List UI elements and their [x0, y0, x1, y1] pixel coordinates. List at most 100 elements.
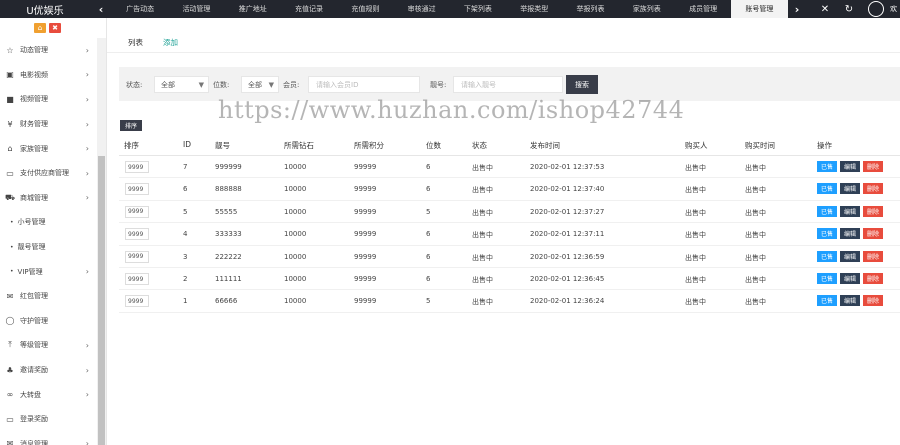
sort-button[interactable]: 排序 [120, 120, 142, 131]
account-input[interactable]: 请输入靓号 [453, 76, 563, 93]
sidebar-item-label: 登录奖励 [20, 415, 48, 424]
sidebar-item-16[interactable]: ✉ 消息管理 › [0, 432, 97, 445]
tab-2[interactable]: 推广地址 [225, 0, 281, 18]
sort-input[interactable]: 9999 [125, 228, 149, 241]
envelope-icon: ✉ [6, 291, 14, 301]
cell-time: 2020-02-01 12:36:24 [530, 297, 605, 306]
sidebar-item-1[interactable]: ▣ 电影视频 › [0, 63, 97, 88]
cell-digits: 6 [426, 275, 431, 283]
delete-button[interactable]: 删除 [863, 273, 883, 284]
tab-3[interactable]: 充值记录 [281, 0, 337, 18]
delete-button[interactable]: 删除 [863, 205, 883, 217]
edit-button[interactable]: 编辑 [840, 205, 860, 217]
delete-button[interactable]: 删除 [863, 161, 883, 172]
tab-7[interactable]: 举报类型 [506, 0, 562, 18]
sold-button[interactable]: 已售 [817, 183, 837, 195]
dot-icon: • [10, 243, 14, 251]
sidebar-item-11[interactable]: ◯ 守护管理 [0, 309, 97, 334]
sort-input[interactable]: 9999 [125, 161, 149, 173]
sidebar-item-9[interactable]: • VIP管理 › [0, 259, 97, 284]
sold-button[interactable]: 已售 [817, 250, 837, 262]
tab-1[interactable]: 活动管理 [168, 0, 224, 18]
top-tabs: 广告动态 活动管理 推广地址 充值记录 充值规则 审核通过 下架列表 举报类型 举报列表 家族列表… [112, 0, 788, 18]
digits-select[interactable]: 全部 ▼ [241, 76, 279, 93]
tab-4[interactable]: 充值规则 [337, 0, 393, 18]
tab-6[interactable]: 下架列表 [450, 0, 506, 18]
cell-number: 222222 [215, 252, 242, 261]
sidebar-item-0[interactable]: ☆ 动态管理 › [0, 38, 97, 63]
filter-bar: 状态: 全部 ▼ 位数: 全部 ▼ 会员: 请输入会员ID 靓号: 请输入靓号 … [119, 67, 900, 101]
sidebar-scrollbar[interactable] [97, 38, 106, 445]
sidebar-item-10[interactable]: ✉ 红包管理 [0, 284, 97, 309]
edit-button[interactable]: 编辑 [840, 250, 860, 262]
chevron-down-icon: ▼ [268, 80, 274, 89]
member-input[interactable]: 请输入会员ID [308, 76, 420, 93]
tab-8[interactable]: 举报列表 [562, 0, 618, 18]
home-icon[interactable]: ⌂ [34, 23, 46, 33]
cell-points: 99999 [354, 297, 377, 306]
sold-button[interactable]: 已售 [817, 228, 837, 240]
sidebar-item-8[interactable]: • 靓号管理 [0, 235, 97, 260]
edit-button[interactable]: 编辑 [840, 273, 860, 284]
content-tabs: 列表 添加 [107, 33, 900, 53]
delete-button[interactable]: 删除 [863, 295, 883, 307]
trash-icon[interactable]: ✖ [49, 23, 61, 33]
sidebar-item-5[interactable]: ▭ 支付供应商管理 › [0, 161, 97, 186]
sidebar-item-label: 邀请奖励 [20, 366, 48, 375]
sidebar-item-label: 视频管理 [20, 95, 48, 104]
edit-button[interactable]: 编辑 [840, 183, 860, 195]
sold-button[interactable]: 已售 [817, 295, 837, 307]
sidebar-item-13[interactable]: ♣ 邀请奖励 › [0, 358, 97, 383]
sidebar-item-14[interactable]: ∞ 大转盘 › [0, 382, 97, 407]
tab-9[interactable]: 家族列表 [619, 0, 675, 18]
th-points: 所需积分 [354, 141, 384, 150]
tabs-next-icon[interactable]: › [788, 0, 806, 18]
cell-digits: 6 [426, 252, 431, 261]
search-button[interactable]: 搜索 [566, 75, 598, 94]
refresh-icon[interactable]: ↻ [842, 0, 856, 18]
avatar[interactable] [868, 1, 884, 17]
cell-time: 2020-02-01 12:37:27 [530, 207, 605, 216]
row-actions: 已售 编辑 删除 [817, 205, 883, 217]
status-select[interactable]: 全部 ▼ [154, 76, 209, 93]
tabs-prev-icon[interactable]: ‹ [92, 0, 110, 18]
tab-11[interactable]: 账号管理 [731, 0, 788, 18]
delete-button[interactable]: 删除 [863, 183, 883, 195]
sidebar-item-label: 大转盘 [20, 390, 41, 399]
sold-button[interactable]: 已售 [817, 161, 837, 172]
cell-diamond: 10000 [284, 252, 307, 261]
sort-input[interactable]: 9999 [125, 205, 149, 218]
sold-button[interactable]: 已售 [817, 205, 837, 217]
delete-button[interactable]: 删除 [863, 228, 883, 240]
sidebar-item-7[interactable]: • 小号管理 [0, 210, 97, 235]
tab-list[interactable]: 列表 [128, 37, 143, 48]
tab-0[interactable]: 广告动态 [112, 0, 168, 18]
th-digits: 位数 [426, 141, 441, 150]
tab-add[interactable]: 添加 [163, 37, 178, 48]
cell-status: 出售中 [472, 186, 493, 195]
sort-input[interactable]: 9999 [125, 295, 149, 308]
sidebar-item-15[interactable]: ▭ 登录奖励 [0, 407, 97, 432]
sold-button[interactable]: 已售 [817, 273, 837, 284]
edit-button[interactable]: 编辑 [840, 161, 860, 172]
sort-input[interactable]: 9999 [125, 273, 149, 285]
edit-button[interactable]: 编辑 [840, 295, 860, 307]
delete-button[interactable]: 删除 [863, 250, 883, 262]
sidebar-item-6[interactable]: ⛟ 商城管理 › [0, 186, 97, 211]
sort-input[interactable]: 9999 [125, 250, 149, 263]
tab-10[interactable]: 成员管理 [675, 0, 731, 18]
edit-button[interactable]: 编辑 [840, 228, 860, 240]
sidebar-item-12[interactable]: ⤒ 等级管理 › [0, 333, 97, 358]
tab-5[interactable]: 审核通过 [393, 0, 449, 18]
close-icon[interactable]: ✕ [818, 0, 832, 18]
top-bar: U优娱乐 ‹ 广告动态 活动管理 推广地址 充值记录 充值规则 审核通过 下架列表 举报类型举… [0, 0, 900, 18]
cell-time: 2020-02-01 12:36:59 [530, 252, 605, 261]
sidebar-item-3[interactable]: ¥ 财务管理 › [0, 112, 97, 137]
sidebar-scroll-thumb[interactable] [98, 156, 105, 445]
cell-id: 4 [183, 230, 188, 239]
table-row: 9999 2 111111 10000 99999 6 出售中 2020-02-01 12:3… [119, 268, 900, 291]
sidebar-item-4[interactable]: ⌂ 家族管理 › [0, 136, 97, 161]
cell-number: 55555 [215, 207, 238, 216]
sidebar-item-2[interactable]: ■ 视频管理 › [0, 87, 97, 112]
sort-input[interactable]: 9999 [125, 183, 149, 196]
